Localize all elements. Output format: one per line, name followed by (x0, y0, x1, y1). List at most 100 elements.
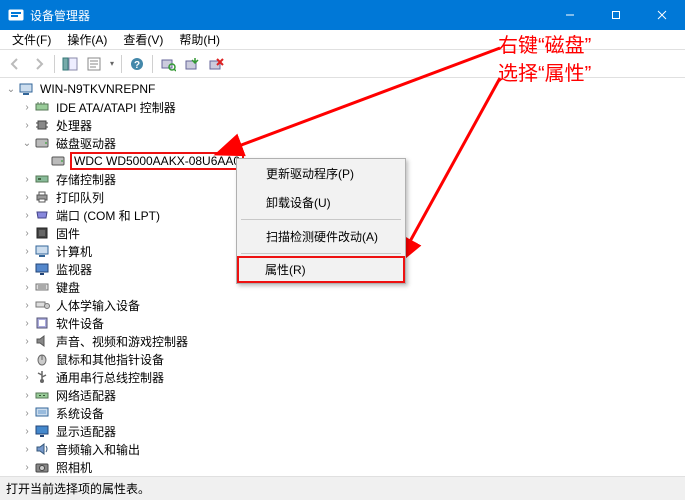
cm-uninstall[interactable]: 卸载设备(U) (237, 188, 405, 217)
node-label: 显示适配器 (54, 423, 118, 440)
cm-scan-changes[interactable]: 扫描检测硬件改动(A) (237, 222, 405, 251)
tree-node-display[interactable]: › 显示适配器 (4, 422, 681, 440)
menu-view[interactable]: 查看(V) (115, 29, 171, 50)
uninstall-button[interactable] (205, 53, 227, 75)
mouse-icon (34, 351, 50, 367)
expand-icon[interactable]: › (20, 372, 34, 383)
cm-properties[interactable]: 属性(R) (237, 256, 405, 283)
ide-controller-icon (34, 99, 50, 115)
expand-icon[interactable]: › (20, 336, 34, 347)
properties-button[interactable] (83, 53, 105, 75)
cm-update-driver[interactable]: 更新驱动程序(P) (237, 159, 405, 188)
sound-icon (34, 333, 50, 349)
network-icon (34, 387, 50, 403)
audio-io-icon (34, 441, 50, 457)
expand-icon[interactable]: › (20, 192, 34, 203)
software-device-icon (34, 315, 50, 331)
node-label: 磁盘驱动器 (54, 135, 118, 152)
expand-icon[interactable]: › (20, 120, 34, 131)
minimize-button[interactable] (547, 0, 593, 30)
menu-help[interactable]: 帮助(H) (171, 29, 228, 50)
window-controls (547, 0, 685, 30)
expand-icon[interactable]: › (20, 354, 34, 365)
node-label: 打印队列 (54, 189, 106, 206)
maximize-button[interactable] (593, 0, 639, 30)
menu-file[interactable]: 文件(F) (4, 29, 59, 50)
statusbar: 打开当前选择项的属性表。 (0, 476, 685, 500)
tree-node-mouse[interactable]: › 鼠标和其他指针设备 (4, 350, 681, 368)
expand-icon[interactable]: › (20, 444, 34, 455)
cm-separator (241, 253, 401, 254)
dropdown-icon[interactable]: ▾ (107, 59, 117, 68)
tree-node-audio[interactable]: › 音频输入和输出 (4, 440, 681, 458)
computer-node-icon (34, 243, 50, 259)
tree-node-net[interactable]: › 网络适配器 (4, 386, 681, 404)
tree-node-camera[interactable]: › 照相机 (4, 458, 681, 476)
node-label: 端口 (COM 和 LPT) (54, 207, 162, 224)
expand-icon[interactable]: › (20, 102, 34, 113)
tree-node-sound[interactable]: › 声音、视频和游戏控制器 (4, 332, 681, 350)
expand-icon[interactable]: › (20, 228, 34, 239)
keyboard-icon (34, 279, 50, 295)
hid-icon (34, 297, 50, 313)
cm-separator (241, 219, 401, 220)
disk-item-label: WDC WD5000AAKX-08U6AA0 (70, 152, 244, 170)
help-button[interactable]: ? (126, 53, 148, 75)
tree-root-label: WIN-N9TKVNREPNF (38, 82, 157, 96)
collapse-icon[interactable]: ⌄ (4, 84, 18, 95)
window-title: 设备管理器 (30, 7, 547, 24)
node-label: 软件设备 (54, 315, 106, 332)
disk-drive-icon (34, 135, 50, 151)
firmware-icon (34, 225, 50, 241)
node-label: 计算机 (54, 243, 94, 260)
node-label: 处理器 (54, 117, 94, 134)
svg-text:?: ? (134, 60, 140, 71)
close-button[interactable] (639, 0, 685, 30)
expand-icon[interactable]: › (20, 282, 34, 293)
usb-icon (34, 369, 50, 385)
system-device-icon (34, 405, 50, 421)
expand-icon[interactable]: › (20, 318, 34, 329)
node-label: 通用串行总线控制器 (54, 369, 166, 386)
tree-node-software[interactable]: › 软件设备 (4, 314, 681, 332)
node-label: 网络适配器 (54, 387, 118, 404)
tree-node-ide[interactable]: › IDE ATA/ATAPI 控制器 (4, 98, 681, 116)
show-hide-tree-button[interactable] (59, 53, 81, 75)
expand-icon[interactable]: › (20, 264, 34, 275)
node-label: 人体学输入设备 (54, 297, 142, 314)
node-label: 键盘 (54, 279, 82, 296)
expand-icon[interactable]: › (20, 300, 34, 311)
collapse-icon[interactable]: ⌄ (20, 138, 34, 149)
tree-node-disk-drives[interactable]: ⌄ 磁盘驱动器 (4, 134, 681, 152)
tree-node-cpu[interactable]: › 处理器 (4, 116, 681, 134)
expand-icon[interactable]: › (20, 462, 34, 473)
app-icon (8, 7, 24, 23)
annotation-text: 右键“磁盘” 选择“属性” (498, 32, 591, 88)
update-driver-button[interactable] (181, 53, 203, 75)
printer-icon (34, 189, 50, 205)
tree-node-hid[interactable]: › 人体学输入设备 (4, 296, 681, 314)
expand-icon[interactable]: › (20, 390, 34, 401)
node-label: 音频输入和输出 (54, 441, 142, 458)
expand-icon[interactable]: › (20, 174, 34, 185)
node-label: 固件 (54, 225, 82, 242)
titlebar: 设备管理器 (0, 0, 685, 30)
expand-icon[interactable]: › (20, 210, 34, 221)
disk-icon (50, 153, 66, 169)
tree-node-system[interactable]: › 系统设备 (4, 404, 681, 422)
tree-node-usb[interactable]: › 通用串行总线控制器 (4, 368, 681, 386)
nav-fwd-button[interactable] (28, 53, 50, 75)
cpu-icon (34, 117, 50, 133)
toolbar-separator (152, 55, 153, 73)
expand-icon[interactable]: › (20, 246, 34, 257)
menu-action[interactable]: 操作(A) (59, 29, 115, 50)
expand-icon[interactable]: › (20, 426, 34, 437)
nav-back-button[interactable] (4, 53, 26, 75)
device-tree[interactable]: ⌄ WIN-N9TKVNREPNF › IDE ATA/ATAPI 控制器 › … (0, 78, 685, 476)
node-label: 存储控制器 (54, 171, 118, 188)
status-text: 打开当前选择项的属性表。 (6, 480, 150, 497)
toolbar-separator (54, 55, 55, 73)
expand-icon[interactable]: › (20, 408, 34, 419)
annotation-line1: 右键“磁盘” (498, 32, 591, 60)
scan-hardware-button[interactable] (157, 53, 179, 75)
